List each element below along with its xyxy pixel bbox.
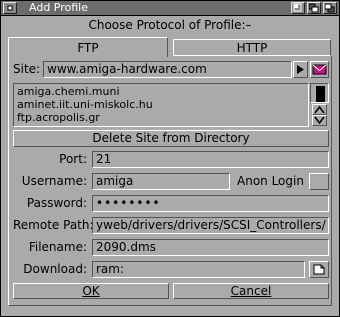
- ok-label: OK: [82, 284, 100, 298]
- download-input[interactable]: ram:: [92, 261, 305, 278]
- zoom-button[interactable]: [291, 2, 305, 14]
- add-profile-window: Add Profile Choose Protocol of Profile:–…: [0, 0, 340, 317]
- username-label: Username:: [21, 174, 87, 188]
- tab-ftp[interactable]: FTP: [8, 37, 168, 57]
- remote-path-input[interactable]: yweb/drivers/drivers/SCSI_Controllers/: [92, 217, 329, 234]
- envelope-icon: [312, 64, 327, 75]
- title-bar[interactable]: Add Profile: [1, 1, 339, 16]
- anon-login-checkbox[interactable]: [309, 173, 329, 190]
- mail-site-button[interactable]: [310, 61, 329, 78]
- cancel-label: Cancel: [230, 284, 272, 298]
- scroll-track[interactable]: [310, 83, 329, 103]
- close-icon: [7, 5, 13, 11]
- browse-download-button[interactable]: [309, 261, 329, 278]
- play-arrow-icon: [297, 65, 304, 74]
- zoom-icon: [293, 3, 302, 12]
- anon-login-label: Anon Login: [237, 174, 304, 188]
- cancel-button[interactable]: Cancel: [173, 283, 329, 299]
- depth-front-button[interactable]: [323, 2, 337, 14]
- ok-button[interactable]: OK: [13, 283, 169, 299]
- password-input[interactable]: ••••••••: [92, 195, 329, 212]
- filename-label: Filename:: [28, 240, 87, 254]
- tab-http[interactable]: HTTP: [173, 39, 331, 56]
- site-directory-list[interactable]: amiga.chemi.muni aminet.iit.uni-miskolc.…: [13, 83, 309, 127]
- site-menu-button[interactable]: [293, 61, 308, 78]
- port-label: Port:: [59, 152, 87, 166]
- download-label: Download:: [23, 262, 87, 276]
- depth-back-button[interactable]: [307, 2, 321, 14]
- username-input[interactable]: amiga: [92, 173, 230, 190]
- protocol-heading: Choose Protocol of Profile:–: [88, 18, 252, 32]
- list-item[interactable]: ftp.acropolis.gr: [17, 111, 100, 124]
- depth-front-icon: [325, 3, 335, 13]
- arrow-down-icon: [314, 116, 325, 125]
- remote-path-label: Remote Path:: [13, 218, 94, 232]
- close-button[interactable]: [3, 2, 17, 14]
- scroll-thumb[interactable]: [316, 86, 325, 102]
- password-label: Password:: [26, 196, 87, 210]
- delete-site-button[interactable]: Delete Site from Directory: [13, 130, 329, 147]
- port-input[interactable]: 21: [92, 151, 329, 168]
- directory-scrollbar[interactable]: [310, 83, 329, 127]
- list-item[interactable]: aminet.iit.uni-miskolc.hu: [17, 98, 153, 111]
- folder-icon: [313, 264, 325, 275]
- filename-input[interactable]: 2090.dms: [92, 239, 329, 256]
- depth-back-icon: [309, 3, 319, 13]
- arrow-up-icon: [314, 105, 325, 114]
- scroll-down-button[interactable]: [312, 115, 327, 126]
- list-item[interactable]: amiga.chemi.muni: [17, 85, 120, 98]
- site-label: Site:: [13, 62, 41, 76]
- site-input[interactable]: www.amiga-hardware.com: [43, 61, 292, 78]
- window-title: Add Profile: [29, 1, 88, 14]
- scroll-up-button[interactable]: [312, 104, 327, 115]
